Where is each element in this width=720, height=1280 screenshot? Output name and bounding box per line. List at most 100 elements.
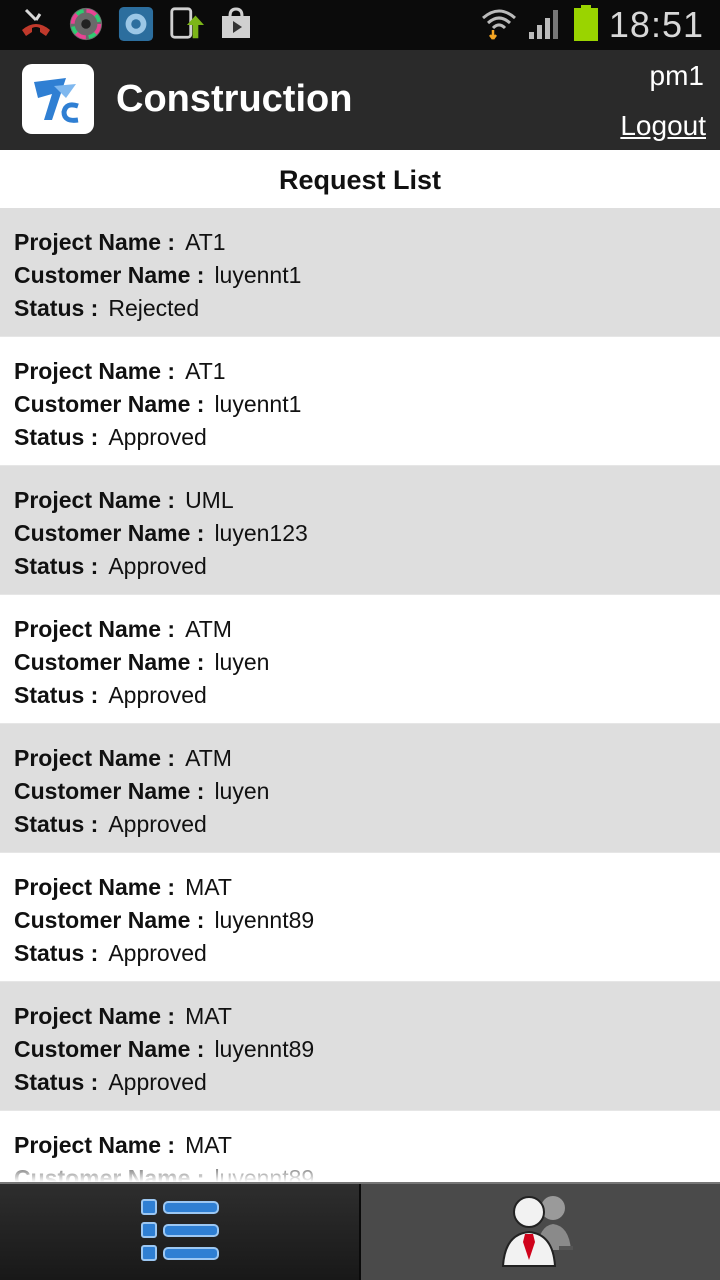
media-disc-icon	[68, 5, 104, 43]
status-label: Status :	[14, 553, 99, 579]
wifi-icon	[481, 6, 517, 44]
status-value: Approved	[108, 811, 207, 837]
project-name-label: Project Name :	[14, 229, 176, 255]
list-item[interactable]: Project Name : UML Customer Name : luyen123…	[0, 466, 720, 595]
status-label: Status :	[14, 811, 99, 837]
status-row: Status : Approved	[14, 679, 706, 712]
customer-name-row: Customer Name : luyen	[14, 775, 706, 808]
project-name-value: AT1	[185, 358, 226, 384]
bottom-nav	[0, 1182, 720, 1280]
clock: 18:51	[608, 4, 704, 45]
customer-name-value: luyennt1	[214, 262, 302, 288]
customer-name-value: luyennt89	[214, 1165, 315, 1182]
list-item[interactable]: Project Name : ATM Customer Name : luyen Sta…	[0, 595, 720, 724]
project-name-label: Project Name :	[14, 745, 176, 771]
project-name-row: Project Name : UML	[14, 484, 706, 517]
missed-call-icon	[18, 5, 54, 43]
status-label: Status :	[14, 1069, 99, 1095]
customer-name-row: Customer Name : luyen123	[14, 517, 706, 550]
list-item[interactable]: Project Name : MAT Customer Name : luyennt8…	[0, 982, 720, 1111]
user-profile-icon	[499, 1190, 583, 1274]
status-label: Status :	[14, 682, 99, 708]
customer-name-row: Customer Name : luyennt89	[14, 1162, 706, 1182]
customer-name-row: Customer Name : luyen	[14, 646, 706, 679]
project-name-label: Project Name :	[14, 874, 176, 900]
signal-icon	[527, 6, 563, 44]
status-row: Status : Approved	[14, 550, 706, 583]
customer-name-value: luyennt89	[214, 1036, 315, 1062]
current-user: pm1	[649, 60, 704, 91]
status-row: Status : Approved	[14, 937, 706, 970]
customer-name-row: Customer Name : luyennt1	[14, 388, 706, 421]
project-name-label: Project Name :	[14, 1003, 176, 1029]
project-name-row: Project Name : ATM	[14, 613, 706, 646]
status-row: Status : Rejected	[14, 292, 706, 325]
status-bar: 18:51	[0, 0, 720, 50]
project-name-row: Project Name : MAT	[14, 871, 706, 904]
customer-name-row: Customer Name : luyennt89	[14, 1033, 706, 1066]
notification-icons	[18, 5, 254, 43]
status-row: Status : Approved	[14, 808, 706, 841]
request-list[interactable]: Project Name : AT1 Customer Name : luyennt1…	[0, 208, 720, 1182]
app-bar: Construction pm1 Logout	[0, 50, 720, 150]
customer-name-row: Customer Name : luyennt1	[14, 259, 706, 292]
list-icon	[140, 1197, 220, 1267]
status-value: Approved	[108, 1069, 207, 1095]
app-logo	[22, 64, 94, 134]
project-name-row: Project Name : MAT	[14, 1129, 706, 1162]
project-name-value: AT1	[185, 229, 226, 255]
project-name-value: ATM	[185, 745, 232, 771]
status-value: Approved	[108, 682, 207, 708]
download-update-icon	[168, 5, 204, 43]
list-item[interactable]: Project Name : AT1 Customer Name : luyennt1…	[0, 337, 720, 466]
customer-name-value: luyen123	[214, 520, 308, 546]
music-player-icon	[118, 5, 154, 43]
project-name-label: Project Name :	[14, 358, 176, 384]
status-value: Approved	[108, 424, 207, 450]
list-item[interactable]: Project Name : MAT Customer Name : luyennt8…	[0, 1111, 720, 1182]
customer-name-label: Customer Name :	[14, 1036, 205, 1062]
project-name-row: Project Name : AT1	[14, 355, 706, 388]
status-value: Rejected	[108, 295, 200, 321]
app-title: Construction	[116, 78, 353, 120]
list-item[interactable]: Project Name : AT1 Customer Name : luyennt1…	[0, 208, 720, 337]
customer-name-label: Customer Name :	[14, 262, 205, 288]
status-label: Status :	[14, 295, 99, 321]
system-indicators: 18:51	[481, 0, 704, 50]
project-name-value: MAT	[185, 1132, 232, 1158]
project-name-label: Project Name :	[14, 616, 176, 642]
project-name-row: Project Name : ATM	[14, 742, 706, 775]
customer-name-row: Customer Name : luyennt89	[14, 904, 706, 937]
status-row: Status : Approved	[14, 421, 706, 454]
project-name-label: Project Name :	[14, 1132, 176, 1158]
customer-name-label: Customer Name :	[14, 778, 205, 804]
logout-link[interactable]: Logout	[620, 110, 706, 142]
tab-request-list[interactable]	[0, 1184, 361, 1280]
customer-name-value: luyen	[214, 649, 270, 675]
project-name-value: MAT	[185, 874, 232, 900]
status-label: Status :	[14, 940, 99, 966]
customer-name-label: Customer Name :	[14, 520, 205, 546]
customer-name-value: luyennt89	[214, 907, 315, 933]
customer-name-value: luyen	[214, 778, 270, 804]
project-name-row: Project Name : MAT	[14, 1000, 706, 1033]
customer-name-value: luyennt1	[214, 391, 302, 417]
store-bag-icon	[218, 5, 254, 43]
list-item[interactable]: Project Name : ATM Customer Name : luyen Sta…	[0, 724, 720, 853]
project-name-value: ATM	[185, 616, 232, 642]
project-name-label: Project Name :	[14, 487, 176, 513]
customer-name-label: Customer Name :	[14, 649, 205, 675]
status-value: Approved	[108, 940, 207, 966]
battery-icon	[573, 4, 599, 46]
page-title: Request List	[0, 150, 720, 208]
status-label: Status :	[14, 424, 99, 450]
status-row: Status : Approved	[14, 1066, 706, 1099]
customer-name-label: Customer Name :	[14, 391, 205, 417]
customer-name-label: Customer Name :	[14, 907, 205, 933]
status-value: Approved	[108, 553, 207, 579]
list-item[interactable]: Project Name : MAT Customer Name : luyennt8…	[0, 853, 720, 982]
tab-user-profile[interactable]	[361, 1184, 720, 1280]
project-name-value: UML	[185, 487, 234, 513]
project-name-value: MAT	[185, 1003, 232, 1029]
customer-name-label: Customer Name :	[14, 1165, 205, 1182]
